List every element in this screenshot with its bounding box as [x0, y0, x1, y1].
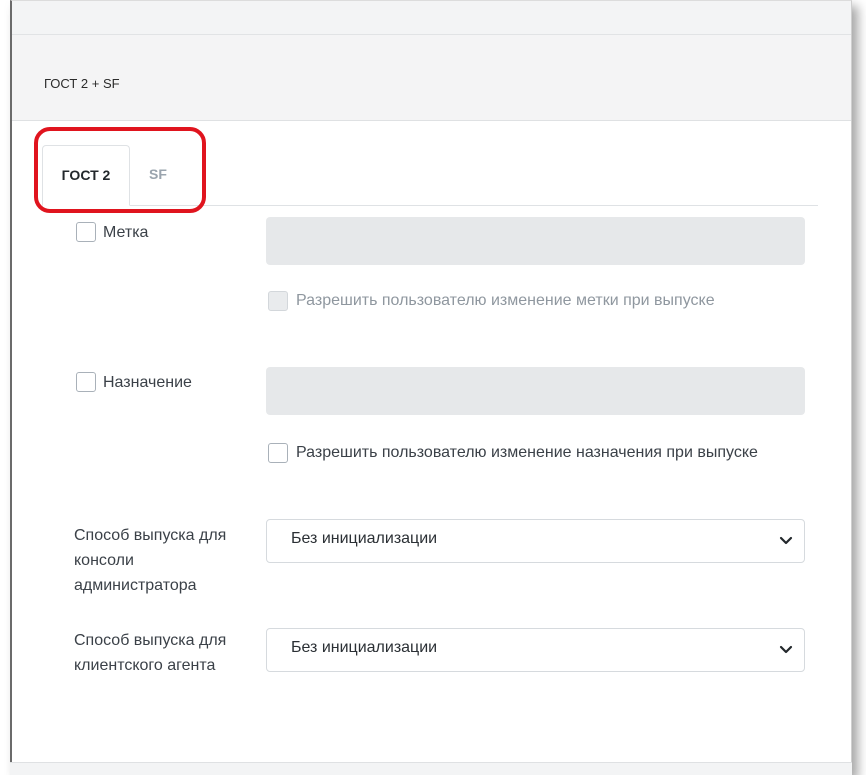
allow-label-change-checkbox[interactable]	[268, 291, 288, 311]
label-input[interactable]	[266, 217, 805, 265]
chevron-down-icon	[779, 536, 793, 545]
client-agent-issue-select[interactable]: Без инициализации	[266, 628, 805, 672]
card-header-title: ГОСТ 2 + SF	[44, 76, 120, 91]
label-checkbox[interactable]	[76, 222, 96, 242]
highlight-annotation	[34, 127, 206, 213]
client-agent-issue-value: Без инициализации	[291, 639, 438, 656]
allow-label-change-label: Разрешить пользователю изменение метки п…	[296, 292, 715, 309]
label-checkbox-label: Метка	[103, 224, 149, 241]
allow-purpose-change-checkbox[interactable]	[268, 443, 288, 463]
admin-console-issue-value: Без инициализации	[291, 530, 438, 547]
client-agent-issue-label: Способ выпуска для клиентского агента	[74, 632, 227, 674]
purpose-checkbox-label: Назначение	[103, 374, 192, 391]
purpose-checkbox[interactable]	[76, 372, 96, 392]
top-strip	[12, 1, 851, 35]
allow-purpose-change-label: Разрешить пользователю изменение назначе…	[296, 444, 758, 461]
admin-console-issue-select[interactable]: Без инициализации	[266, 519, 805, 563]
card-header: ГОСТ 2 + SF	[12, 35, 851, 121]
admin-console-issue-label: Способ выпуска для консоли администратор…	[74, 527, 227, 594]
chevron-down-icon	[779, 645, 793, 654]
purpose-input[interactable]	[266, 367, 805, 415]
bottom-strip	[10, 762, 852, 775]
